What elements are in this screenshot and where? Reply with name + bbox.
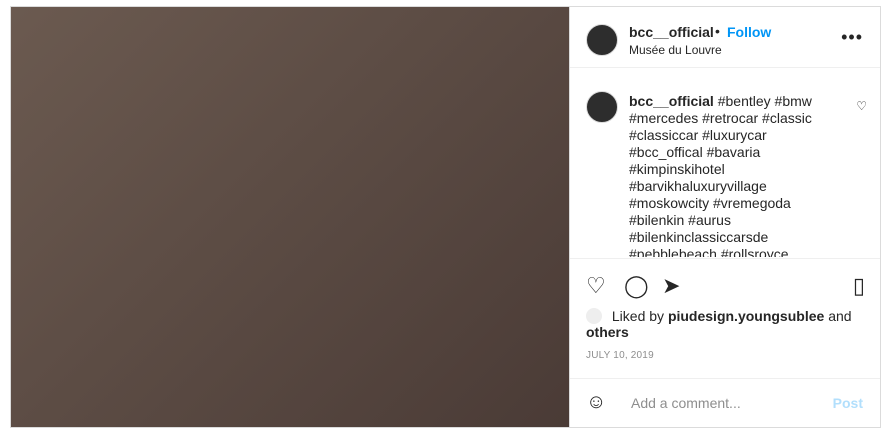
post-header: bcc__official • Follow Musée du Louvre •… <box>570 7 880 68</box>
comment-bar: ☺ Add a comment... Post <box>570 378 880 427</box>
bookmark-icon[interactable]: ▯ <box>853 273 865 299</box>
likes-prefix: Liked by <box>611 308 665 324</box>
like-icon[interactable]: ♡ <box>586 273 606 299</box>
comment-input[interactable]: Add a comment... <box>631 395 741 411</box>
separator-dot: • <box>715 23 720 39</box>
more-icon[interactable]: ••• <box>841 27 863 48</box>
share-icon[interactable]: ➤ <box>662 273 680 299</box>
post-photo <box>11 7 569 427</box>
likes-line: Liked by piudesign.youngsublee and other… <box>586 308 880 340</box>
liker-username[interactable]: piudesign.youngsublee <box>668 308 824 324</box>
likes-others[interactable]: others <box>586 324 629 340</box>
caption-text: bcc__official #bentley #bmw #mercedes #r… <box>629 93 829 257</box>
caption: bcc__official #bentley #bmw #mercedes #r… <box>570 85 880 257</box>
likes-and: and <box>828 308 852 324</box>
caption-avatar[interactable] <box>586 91 618 123</box>
post-panel: bcc__official • Follow Musée du Louvre •… <box>569 7 880 427</box>
post-button[interactable]: Post <box>833 395 863 411</box>
post-card: bcc__official • Follow Musée du Louvre •… <box>10 6 881 428</box>
caption-username[interactable]: bcc__official <box>629 93 714 109</box>
liker-avatar <box>586 308 602 324</box>
heart-icon[interactable]: ♡ <box>856 99 867 113</box>
caption-hashtags: #bentley #bmw #mercedes #retrocar #class… <box>629 93 812 257</box>
location[interactable]: Musée du Louvre <box>629 43 722 57</box>
emoji-icon[interactable]: ☺ <box>586 391 606 414</box>
avatar[interactable] <box>586 24 618 56</box>
username[interactable]: bcc__official <box>629 24 714 40</box>
comment-icon[interactable]: ◯ <box>624 273 649 299</box>
follow-button[interactable]: Follow <box>727 24 771 40</box>
post-date: JULY 10, 2019 <box>586 350 654 361</box>
